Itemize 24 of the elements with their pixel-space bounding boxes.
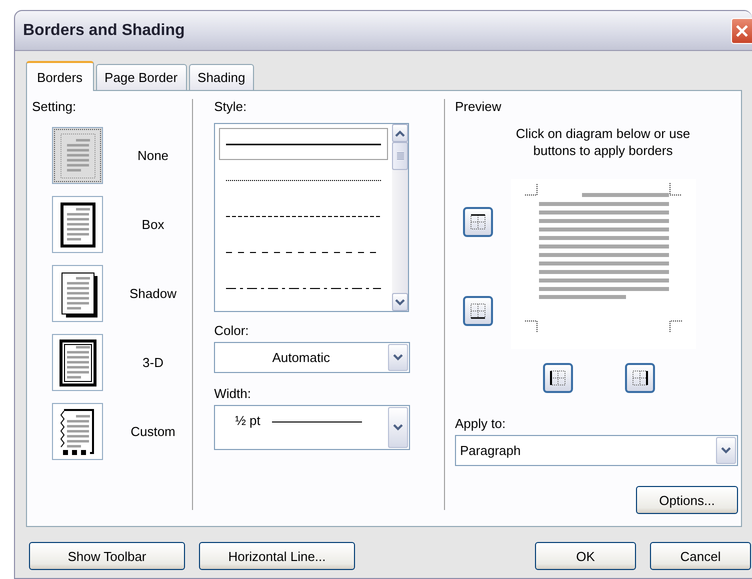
- setting-option-label[interactable]: Shadow: [123, 286, 183, 301]
- width-dropdown[interactable]: ½ pt: [214, 405, 410, 450]
- dialog-button[interactable]: OK: [535, 542, 636, 570]
- dialog-button[interactable]: Horizontal Line...: [199, 542, 355, 570]
- setting-label: Setting:: [32, 99, 78, 115]
- setting-option-label[interactable]: Box: [123, 217, 183, 232]
- color-label: Color:: [214, 323, 250, 339]
- window-title: Borders and Shading: [23, 22, 185, 40]
- apply-to-dropdown[interactable]: Paragraph: [455, 435, 738, 466]
- apply-to-label: Apply to:: [455, 416, 507, 432]
- tab[interactable]: Shading: [188, 64, 254, 91]
- setting-option-label[interactable]: Custom: [123, 424, 183, 439]
- dialog-button[interactable]: Cancel: [650, 542, 751, 570]
- dialog-button[interactable]: Show Toolbar: [29, 542, 185, 570]
- setting-option-label[interactable]: 3-D: [123, 355, 183, 370]
- color-dropdown[interactable]: Automatic: [214, 342, 410, 373]
- tab[interactable]: Borders: [26, 61, 94, 91]
- options-button[interactable]: Options...: [636, 486, 738, 514]
- tab[interactable]: Page Border: [96, 64, 187, 91]
- preview-label: Preview: [455, 99, 502, 115]
- style-label: Style:: [214, 99, 248, 115]
- width-label: Width:: [214, 386, 252, 402]
- preview-hint: Click on diagram below or use buttons to apply borders: [514, 125, 692, 159]
- setting-option-label[interactable]: None: [123, 148, 183, 163]
